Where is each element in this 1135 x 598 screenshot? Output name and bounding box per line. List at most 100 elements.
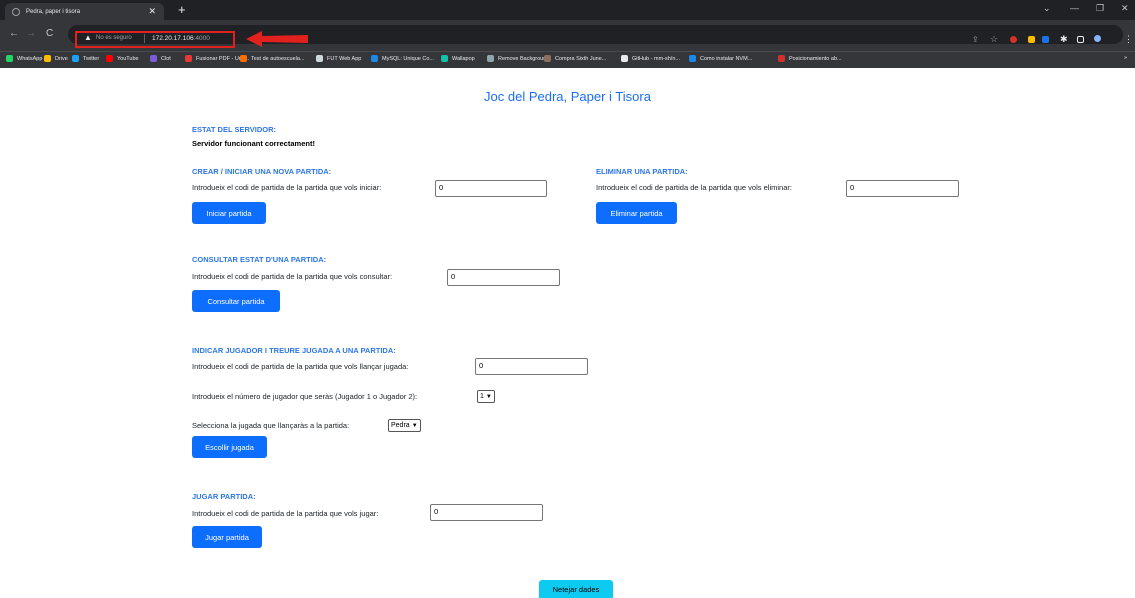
delete-code-input[interactable]: 0	[846, 180, 959, 197]
bookmark-item[interactable]: FUT Web App	[316, 55, 361, 62]
delete-label: Introdueix el codi de partida de la part…	[596, 183, 792, 192]
bookmark-favicon-icon	[371, 55, 378, 62]
bookmark-favicon-icon	[44, 55, 51, 62]
browser-tab[interactable]: Pedra, paper i tisora ✕	[5, 3, 164, 20]
create-label: Introdueix el codi de partida de la part…	[192, 183, 382, 192]
tab-title: Pedra, paper i tisora	[26, 8, 81, 15]
bookmark-label: Compra Sixth June...	[555, 55, 607, 62]
status-text: Servidor funcionant correctament!	[192, 139, 315, 148]
bookmark-favicon-icon	[441, 55, 448, 62]
more-bookmarks-icon[interactable]: »	[1124, 55, 1127, 61]
profile-avatar[interactable]	[1094, 35, 1101, 42]
bookmark-item[interactable]: GitHub - mm-sh/n...	[621, 55, 680, 62]
bookmark-item[interactable]: YouTube	[106, 55, 139, 62]
bookmark-item[interactable]: Como instalar NVM...	[689, 55, 752, 62]
bookmark-item[interactable]: Wallapop	[441, 55, 475, 62]
play-label: Selecciona la jugada que llançaràs a la …	[192, 421, 350, 430]
start-game-button[interactable]: Iniciar partida	[192, 202, 266, 224]
bookmark-favicon-icon	[150, 55, 157, 62]
delete-game-button[interactable]: Eliminar partida	[596, 202, 677, 224]
new-tab-button[interactable]: +	[178, 3, 186, 16]
chevron-down-icon: ▼	[411, 422, 418, 429]
minimize-icon[interactable]: —	[1070, 4, 1079, 13]
side-panel-icon[interactable]	[1077, 36, 1084, 43]
bookmark-label: Drive	[55, 55, 68, 62]
forward-icon: →	[26, 28, 36, 39]
create-heading: CREAR / INICIAR UNA NOVA PARTIDA:	[192, 167, 332, 176]
move-label: Introdueix el codi de partida de la part…	[192, 362, 409, 371]
bookmark-favicon-icon	[316, 55, 323, 62]
extension-icon[interactable]	[1028, 36, 1035, 43]
bookmark-favicon-icon	[106, 55, 113, 62]
close-tab-icon[interactable]: ✕	[148, 7, 156, 16]
create-code-input[interactable]: 0	[435, 180, 547, 197]
query-label: Introdueix el codi de partida de la part…	[192, 272, 393, 281]
bookmark-label: Clot	[161, 55, 171, 62]
back-icon[interactable]: ←	[9, 29, 19, 39]
bookmark-favicon-icon	[185, 55, 192, 62]
bookmark-item[interactable]: Posicionamiento ab...	[778, 55, 842, 62]
player-select[interactable]: 1 ▼	[477, 390, 495, 403]
red-arrow-icon	[246, 31, 308, 47]
bookmark-favicon-icon	[487, 55, 494, 62]
bookmark-label: GitHub - mm-sh/n...	[632, 55, 680, 62]
bookmark-label: MySQL: Unique Co...	[382, 55, 434, 62]
close-window-icon[interactable]: ✕	[1121, 4, 1129, 13]
bookmark-item[interactable]: Twitter	[72, 55, 99, 62]
bookmark-label: Twitter	[83, 55, 100, 62]
star-icon[interactable]: ☆	[990, 35, 998, 44]
bookmark-item[interactable]: Clot	[150, 55, 171, 62]
bookmark-item[interactable]: Test de autoescuela...	[240, 55, 305, 62]
bookmark-label: Como instalar NVM...	[700, 55, 753, 62]
bookmark-item[interactable]: WhatsApp	[6, 55, 42, 62]
bookmark-label: WhatsApp	[17, 55, 43, 62]
maximize-icon[interactable]: ❐	[1096, 4, 1104, 13]
browser-tab-strip: Pedra, paper i tisora ✕ + ⌄ — ❐ ✕	[0, 0, 1135, 20]
query-code-input[interactable]: 0	[447, 269, 560, 286]
move-code-input[interactable]: 0	[475, 358, 588, 375]
bookmark-label: Wallapop	[452, 55, 475, 62]
bookmark-favicon-icon	[72, 55, 79, 62]
bookmark-favicon-icon	[6, 55, 13, 62]
share-icon[interactable]: ⇪	[972, 36, 979, 44]
extension-adblock-icon[interactable]	[1010, 36, 1017, 43]
page-title: Joc del Pedra, Paper i Tisora	[484, 89, 651, 104]
status-heading: ESTAT DEL SERVIDOR:	[192, 125, 277, 134]
move-select[interactable]: Pedra ▼	[388, 419, 421, 432]
move-select-value: Pedra	[391, 422, 410, 429]
menu-icon[interactable]: ⋮	[1124, 35, 1133, 44]
query-game-button[interactable]: Consultar partida	[192, 290, 280, 312]
globe-icon	[12, 7, 20, 16]
choose-move-button[interactable]: Escollir jugada	[192, 436, 267, 458]
bookmark-favicon-icon	[544, 55, 551, 62]
bookmark-item[interactable]: Drive	[44, 55, 68, 62]
bookmark-favicon-icon	[778, 55, 785, 62]
bookmark-label: Test de autoescuela...	[251, 55, 305, 62]
player-select-value: 1	[480, 393, 484, 400]
tab-search-icon[interactable]: ⌄	[1043, 4, 1051, 13]
play-game-button[interactable]: Jugar partida	[192, 526, 262, 548]
play-heading: JUGAR PARTIDA:	[192, 492, 256, 501]
bookmark-item[interactable]: Remove Backgroun...	[487, 55, 551, 62]
query-heading: CONSULTAR ESTAT D'UNA PARTIDA:	[192, 255, 327, 264]
bookmark-label: YouTube	[117, 55, 139, 62]
play-game-label: Introdueix el codi de partida de la part…	[192, 509, 379, 518]
bookmark-favicon-icon	[240, 55, 247, 62]
chevron-down-icon: ▼	[485, 393, 492, 400]
bookmark-item[interactable]: MySQL: Unique Co...	[371, 55, 434, 62]
bookmark-label: Remove Backgroun...	[498, 55, 551, 62]
delete-heading: ELIMINAR UNA PARTIDA:	[596, 167, 688, 176]
bookmark-favicon-icon	[689, 55, 696, 62]
extensions-puzzle-icon[interactable]: ✱	[1060, 35, 1068, 44]
reload-icon[interactable]: C	[46, 29, 53, 39]
extension-calendar-icon[interactable]	[1042, 36, 1049, 43]
play-code-input[interactable]: 0	[430, 504, 543, 521]
move-heading: INDICAR JUGADOR I TREURE JUGADA A UNA PA…	[192, 346, 396, 355]
bookmark-favicon-icon	[621, 55, 628, 62]
url-highlight-box	[75, 31, 235, 48]
bookmark-label: FUT Web App	[327, 55, 362, 62]
player-label: Introdueix el número de jugador que serà…	[192, 392, 418, 401]
bookmark-label: Posicionamiento ab...	[789, 55, 842, 62]
bookmark-item[interactable]: Compra Sixth June...	[544, 55, 606, 62]
clear-data-button[interactable]: Netejar dades	[539, 580, 613, 598]
